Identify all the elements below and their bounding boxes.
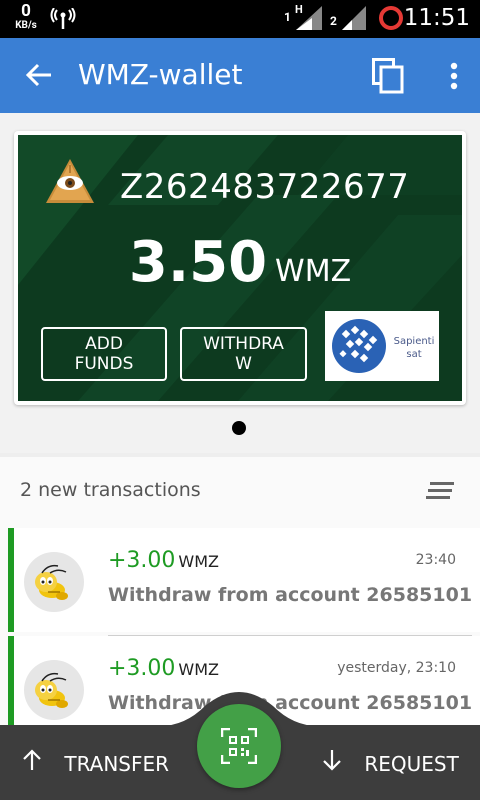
page-indicator-dot bbox=[232, 421, 246, 435]
wifi-antenna-icon bbox=[50, 7, 76, 34]
new-transactions-header: 2 new transactions bbox=[20, 479, 201, 501]
transaction-time: yesterday, 23:10 bbox=[337, 660, 456, 676]
purse-id[interactable]: Z262483722677 bbox=[120, 167, 409, 207]
sort-icon[interactable] bbox=[426, 481, 454, 505]
transaction-currency: WMZ bbox=[178, 660, 220, 679]
add-funds-label-line1: ADD bbox=[85, 334, 123, 354]
transaction-status-bar bbox=[8, 528, 14, 632]
copy-icon[interactable] bbox=[372, 58, 404, 98]
webmoney-motto-line2: sat bbox=[406, 349, 422, 360]
network-speed-value: 0 bbox=[21, 1, 31, 21]
eye-pyramid-logo bbox=[44, 157, 96, 211]
page-title: WMZ-wallet bbox=[78, 58, 243, 91]
request-button[interactable]: REQUEST bbox=[322, 749, 459, 776]
transaction-description: Withdraw from account 26585101 bbox=[108, 584, 473, 606]
transfer-button[interactable]: TRANSFER bbox=[22, 749, 169, 776]
webmoney-globe-icon bbox=[332, 319, 386, 373]
sim1-label: 1 bbox=[284, 10, 291, 24]
transaction-amount-value: +3.00 bbox=[108, 548, 176, 573]
request-label: REQUEST bbox=[364, 752, 459, 776]
webmoney-motto: Sapienti sat bbox=[391, 335, 437, 361]
transaction-row[interactable]: +3.00 WMZ 23:40 Withdraw from account 265… bbox=[8, 528, 480, 632]
transfer-label: TRANSFER bbox=[64, 752, 170, 776]
wallet-card-pager[interactable]: Z262483722677 3.50 WMZ ADD FUNDS WITHDRA … bbox=[0, 113, 480, 453]
arrow-down-icon bbox=[323, 750, 341, 771]
transaction-time: 23:40 bbox=[415, 552, 456, 568]
status-bar: 0 KB/s 1 H 2 11:51 bbox=[0, 0, 480, 38]
bee-avatar-icon bbox=[24, 552, 84, 612]
sim2-signal-icon bbox=[342, 6, 366, 34]
webmoney-motto-line1: Sapienti bbox=[393, 336, 435, 347]
qr-code-icon bbox=[221, 728, 257, 764]
app-bar: WMZ-wallet bbox=[0, 38, 480, 113]
withdraw-label-line2: W bbox=[235, 354, 252, 374]
sim1-signal-icon bbox=[296, 6, 322, 34]
withdraw-label-line1: WITHDRA bbox=[203, 334, 284, 354]
arrow-back-icon[interactable] bbox=[24, 60, 54, 94]
webmoney-logo: Sapienti sat bbox=[325, 311, 439, 381]
add-funds-label-line2: FUNDS bbox=[74, 354, 134, 374]
wallet-card[interactable]: Z262483722677 3.50 WMZ ADD FUNDS WITHDRA … bbox=[18, 135, 462, 401]
network-speed-unit: KB/s bbox=[15, 20, 37, 31]
balance-currency: WMZ bbox=[275, 254, 352, 289]
sim2-label: 2 bbox=[330, 14, 337, 28]
more-vert-icon[interactable] bbox=[450, 62, 458, 94]
loading-ring-icon bbox=[378, 5, 404, 35]
wallet-card-frame: Z262483722677 3.50 WMZ ADD FUNDS WITHDRA … bbox=[14, 131, 466, 405]
clock: 11:51 bbox=[403, 5, 470, 31]
scan-qr-button[interactable] bbox=[197, 704, 281, 788]
transaction-amount: +3.00 WMZ bbox=[108, 548, 219, 573]
balance-amount: 3.50 bbox=[128, 230, 268, 295]
transaction-amount: +3.00 WMZ bbox=[108, 656, 219, 681]
transaction-currency: WMZ bbox=[178, 552, 220, 571]
arrow-up-icon bbox=[23, 749, 41, 770]
network-speed: 0 KB/s bbox=[10, 3, 42, 31]
withdraw-button[interactable]: WITHDRA W bbox=[180, 327, 307, 381]
transaction-amount-value: +3.00 bbox=[108, 656, 176, 681]
add-funds-button[interactable]: ADD FUNDS bbox=[41, 327, 167, 381]
balance: 3.50 WMZ bbox=[18, 230, 462, 295]
